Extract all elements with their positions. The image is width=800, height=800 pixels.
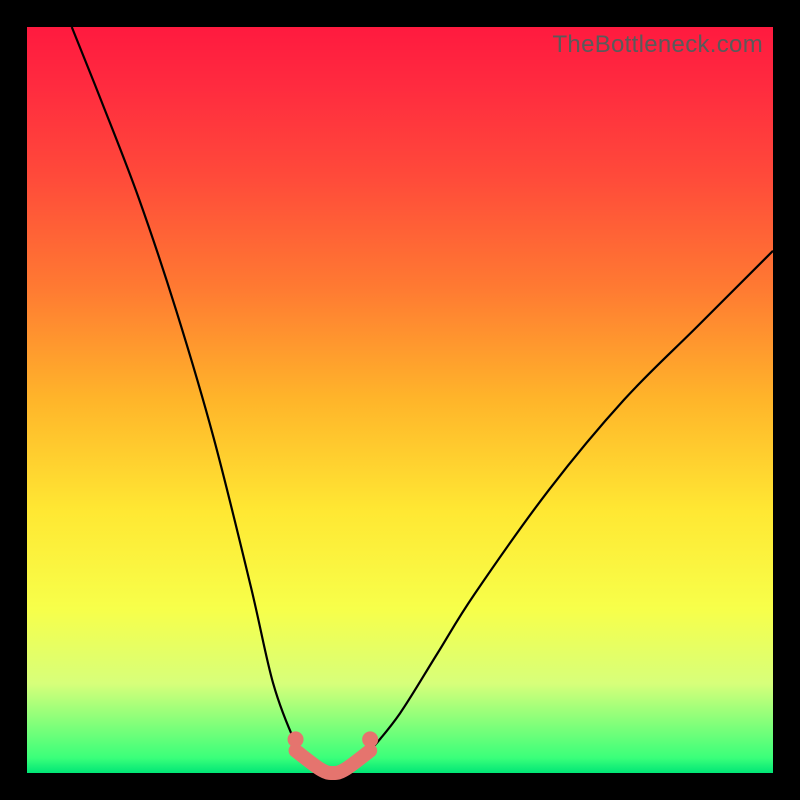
highlight-dot [362, 731, 378, 747]
chart-area: TheBottleneck.com [27, 27, 773, 773]
highlight-dots [288, 731, 379, 747]
optimal-range [296, 751, 371, 773]
plot-svg [27, 27, 773, 773]
highlight-dot [288, 731, 304, 747]
watermark-label: TheBottleneck.com [552, 31, 763, 59]
bottleneck-curve [72, 27, 773, 774]
